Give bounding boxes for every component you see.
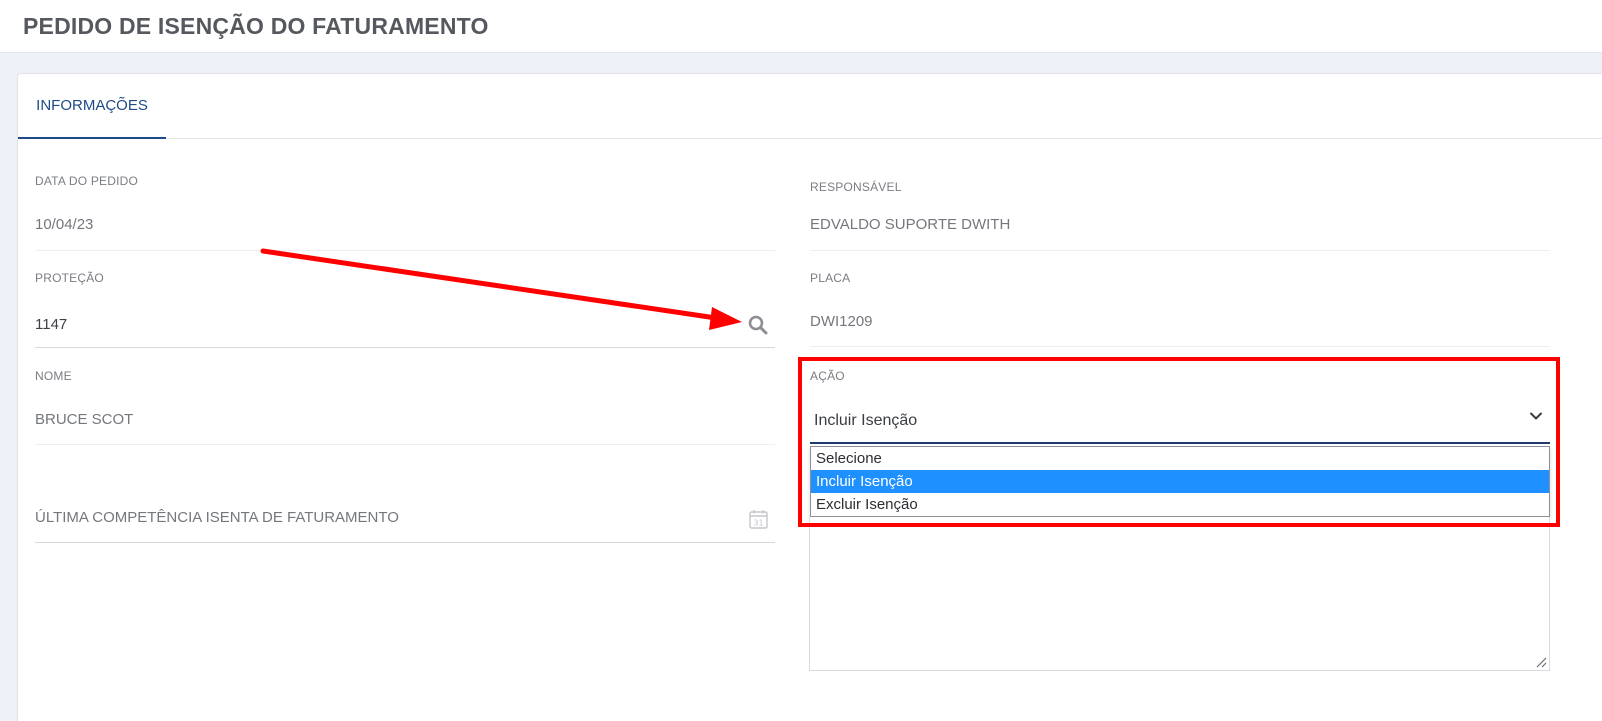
search-icon[interactable] (748, 315, 768, 335)
nome-label: NOME (35, 369, 72, 383)
page-header: PEDIDO DE ISENÇÃO DO FATURAMENTO (0, 0, 1602, 53)
ultima-competencia-input[interactable]: ÚLTIMA COMPETÊNCIA ISENTA DE FATURAMENTO (35, 509, 399, 526)
acao-label: AÇÃO (810, 369, 845, 383)
ultima-competencia-underline (35, 542, 775, 543)
nome-value: BRUCE SCOT (35, 411, 134, 428)
acao-dropdown-list: Selecione Incluir Isenção Excluir Isençã… (810, 446, 1550, 517)
tab-informacoes[interactable]: INFORMAÇÕES (18, 74, 166, 139)
acao-select[interactable]: Incluir Isenção (810, 397, 1550, 444)
resize-handle-icon[interactable] (1535, 656, 1547, 668)
data-pedido-value: 10/04/23 (35, 216, 94, 233)
nome-underline (35, 444, 775, 445)
calendar-day-number: 31 (753, 519, 763, 528)
placa-underline (810, 346, 1550, 347)
page-title: PEDIDO DE ISENÇÃO DO FATURAMENTO (23, 13, 489, 39)
data-pedido-label: DATA DO PEDIDO (35, 174, 139, 188)
chevron-down-icon[interactable] (1528, 408, 1544, 424)
protecao-label: PROTEÇÃO (35, 271, 104, 285)
acao-selected-value: Incluir Isenção (814, 412, 918, 429)
observacao-textarea[interactable] (809, 517, 1550, 671)
data-pedido-underline (35, 250, 775, 251)
option-incluir-isencao[interactable]: Incluir Isenção (811, 470, 1549, 493)
tab-bar: INFORMAÇÕES (18, 74, 1602, 139)
option-excluir-isencao[interactable]: Excluir Isenção (811, 493, 1549, 516)
option-selecione[interactable]: Selecione (811, 447, 1549, 470)
placa-label: PLACA (810, 271, 851, 285)
protecao-input[interactable]: 1147 (35, 316, 67, 333)
placa-value: DWI1209 (810, 313, 873, 330)
responsavel-underline (810, 250, 1550, 251)
calendar-icon[interactable]: 31 (749, 509, 768, 529)
responsavel-value: EDVALDO SUPORTE DWITH (810, 216, 1011, 233)
protecao-underline (35, 347, 775, 348)
responsavel-label: RESPONSÁVEL (810, 180, 902, 194)
